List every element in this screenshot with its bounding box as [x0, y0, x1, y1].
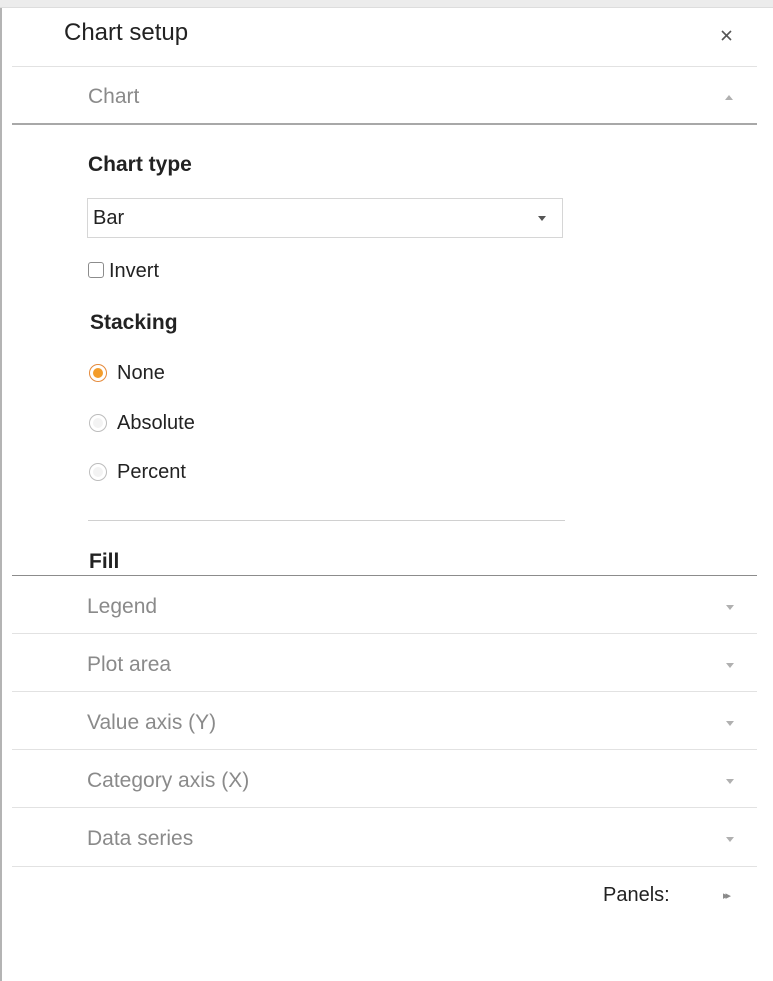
stacking-none-label[interactable]: None — [117, 362, 165, 385]
section-plot-area-header[interactable]: Plot area — [87, 653, 171, 677]
section-divider — [12, 807, 757, 808]
stacking-none-radio[interactable] — [89, 364, 107, 382]
chart-section-divider — [12, 123, 757, 125]
chart-type-value: Bar — [93, 207, 125, 229]
stacking-percent-label[interactable]: Percent — [117, 461, 186, 484]
stacking-divider — [88, 520, 565, 521]
stacking-absolute-radio[interactable] — [89, 414, 107, 432]
fill-heading: Fill — [89, 550, 120, 573]
stacking-percent-radio[interactable] — [89, 463, 107, 481]
chart-type-select[interactable]: Bar — [87, 198, 563, 238]
fill-divider — [12, 575, 757, 576]
double-chevron-right-icon[interactable]: ▸▸ — [723, 889, 731, 902]
section-divider — [12, 866, 757, 867]
panel-title: Chart setup — [64, 19, 189, 46]
expand-caret-icon[interactable] — [726, 837, 734, 842]
section-legend-header[interactable]: Legend — [87, 595, 157, 619]
section-divider — [12, 633, 757, 634]
collapse-caret-icon[interactable] — [725, 95, 733, 100]
chart-type-heading: Chart type — [88, 153, 192, 176]
left-border — [0, 0, 2, 981]
top-border — [0, 0, 773, 8]
invert-checkbox[interactable] — [88, 262, 104, 278]
section-chart-header[interactable]: Chart — [88, 85, 139, 109]
section-data-series-header[interactable]: Data series — [87, 827, 193, 851]
close-icon[interactable] — [716, 24, 738, 46]
dropdown-caret-icon — [538, 216, 546, 221]
section-divider — [12, 691, 757, 692]
invert-label[interactable]: Invert — [109, 260, 159, 283]
panels-label: Panels: — [603, 884, 670, 906]
expand-caret-icon[interactable] — [726, 721, 734, 726]
section-divider — [12, 749, 757, 750]
section-category-axis-header[interactable]: Category axis (X) — [87, 769, 249, 793]
expand-caret-icon[interactable] — [726, 605, 734, 610]
stacking-absolute-label[interactable]: Absolute — [117, 412, 195, 435]
header-divider — [12, 66, 757, 67]
expand-caret-icon[interactable] — [726, 779, 734, 784]
section-value-axis-header[interactable]: Value axis (Y) — [87, 711, 216, 735]
expand-caret-icon[interactable] — [726, 663, 734, 668]
stacking-heading: Stacking — [90, 311, 178, 334]
